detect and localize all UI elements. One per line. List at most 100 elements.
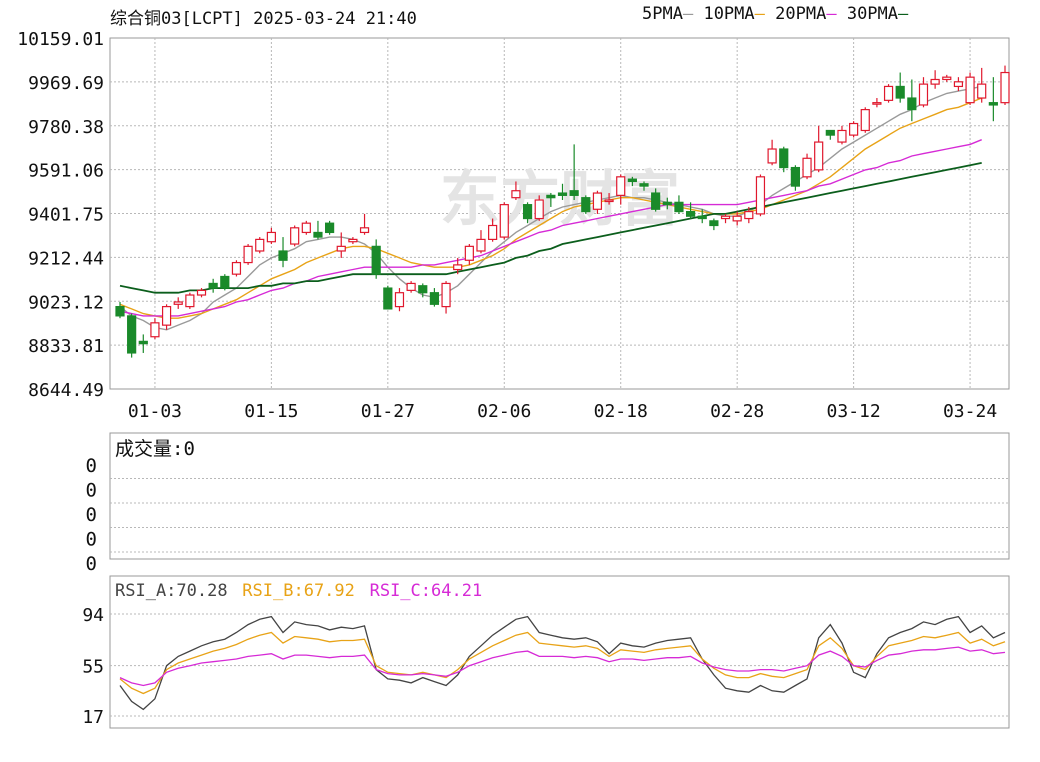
candle-body (522, 204, 533, 220)
candle-body (837, 129, 847, 143)
date-tick-label: 01-15 (244, 401, 298, 422)
candle-body (592, 192, 603, 210)
legend-30pma-swatch: — (898, 4, 909, 24)
candle-body (732, 215, 742, 222)
candle-body (453, 264, 463, 271)
candle-body (173, 301, 183, 305)
date-tick-label: 01-27 (361, 401, 415, 422)
candle-body (185, 294, 195, 308)
rsi-line-rsi_c (119, 646, 1006, 687)
candle-body (988, 102, 998, 106)
candle-body (499, 204, 509, 238)
date-tick-label: 03-24 (943, 401, 997, 422)
candle-body (767, 148, 777, 164)
volume-panel-frame (109, 432, 1010, 560)
candle-body (674, 201, 684, 213)
candle-body (685, 210, 696, 217)
candle-body (243, 245, 253, 264)
candle-body (825, 129, 835, 136)
candle-body (476, 238, 486, 252)
volume-tick-label: 0 (86, 480, 97, 502)
price-tick-label: 8644.49 (28, 380, 104, 401)
date-tick-label: 02-28 (710, 401, 764, 422)
candle-body (662, 201, 672, 206)
candle-body (115, 306, 125, 317)
candle-body (383, 287, 393, 310)
candle-body (488, 224, 498, 240)
candle-body (907, 97, 917, 111)
ma-legend: 5PMA— 10PMA— 20PMA— 30PMA— (642, 4, 908, 24)
legend-20pma: 20PMA (775, 4, 827, 24)
candle-body (744, 210, 754, 220)
candle-body (977, 83, 987, 99)
rsi-tick-label: 17 (82, 707, 104, 728)
candle-body (581, 197, 591, 213)
candle-body (953, 81, 964, 88)
candle-body (895, 85, 905, 99)
candle-body (616, 176, 626, 196)
candle-body (511, 190, 521, 199)
date-tick-label: 03-12 (827, 401, 881, 422)
volume-tick-label: 0 (86, 553, 97, 575)
candle-body (720, 215, 731, 220)
stock-chart: 10159.01 9969.69 9780.38 9591.06 9401.75 9212… (17, 32, 1010, 729)
candle-body (790, 166, 800, 187)
candle-body (557, 192, 568, 196)
candle-body (348, 238, 358, 243)
candle-body (429, 292, 440, 305)
price-tick-label: 8833.81 (28, 336, 104, 357)
candle-body (930, 78, 940, 85)
candle-body (1000, 71, 1010, 104)
candle-body (604, 199, 614, 203)
candle-body (231, 261, 242, 275)
candle-body (534, 199, 544, 220)
candle-body (208, 282, 218, 289)
candle-body (278, 250, 288, 261)
price-tick-label: 9780.38 (28, 117, 104, 138)
candle-body (301, 222, 311, 234)
price-tick-label: 9023.12 (28, 292, 104, 313)
volume-tick-label: 0 (86, 529, 97, 551)
candle-body (639, 183, 649, 187)
candle-body (441, 282, 451, 308)
candle-body (546, 194, 556, 199)
candle-body (394, 292, 405, 308)
candle-body (860, 109, 870, 132)
candle-body (709, 220, 719, 227)
candle-body (651, 192, 661, 210)
candle-body (569, 190, 579, 196)
candle-body (849, 122, 859, 136)
candle-body (406, 282, 416, 291)
candle-body (161, 306, 172, 326)
price-tick-label: 9212.44 (28, 248, 104, 269)
rsi-tick-label: 55 (82, 657, 104, 678)
volume-tick-label: 0 (86, 455, 97, 477)
candle-body (464, 245, 474, 261)
legend-10pma-swatch: — (754, 4, 765, 24)
rsi-legend-label: RSI_C:64.21 (370, 581, 483, 601)
volume-tick-label: 0 (86, 504, 97, 526)
candle-body (814, 141, 824, 171)
candle-body (965, 76, 975, 104)
candle-body (336, 245, 346, 252)
candle-body (697, 215, 707, 220)
candle-body (359, 227, 370, 234)
candle-body (942, 76, 952, 81)
candle-body (150, 322, 160, 338)
candle-body (872, 102, 882, 105)
rsi-legend-label: RSI_B:67.92 (242, 581, 355, 601)
price-tick-label: 9401.75 (28, 205, 104, 226)
candle-body (325, 222, 335, 234)
legend-5pma-swatch: — (682, 4, 694, 24)
date-tick-label: 02-18 (594, 401, 648, 422)
volume-title: 成交量:0 (115, 438, 195, 460)
legend-5pma: 5PMA (642, 4, 683, 24)
price-tick-label: 9969.69 (28, 73, 104, 94)
candle-body (138, 340, 148, 345)
candle-body (802, 157, 812, 178)
candle-body (266, 231, 276, 243)
date-tick-label: 02-06 (477, 401, 531, 422)
legend-10pma: 10PMA (703, 4, 755, 24)
candle-body (371, 245, 381, 275)
candle-body (755, 176, 766, 215)
